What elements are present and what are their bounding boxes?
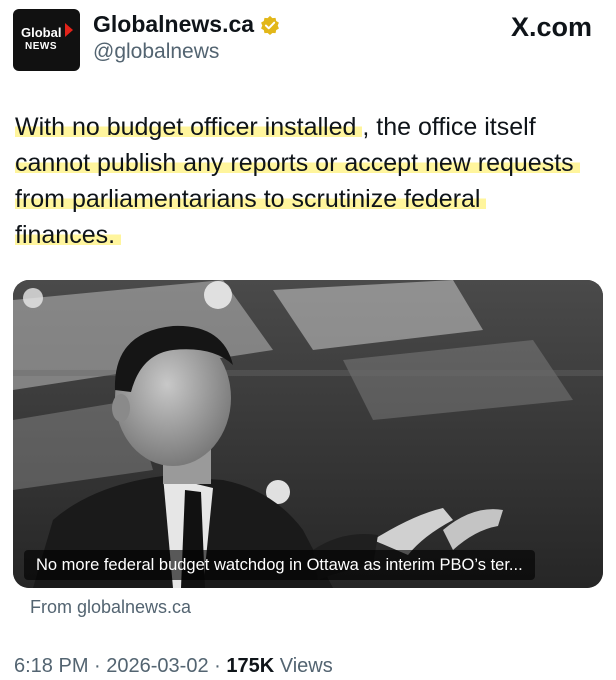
tweet-text-line-3: from parliamentarians to scrutinize fede… <box>15 185 487 213</box>
logo-text-news: NEWS <box>25 41 57 52</box>
author-name-row: Globalnews.ca <box>93 11 280 38</box>
source-label: X.com <box>510 12 592 42</box>
views-count: 175K <box>226 655 275 677</box>
link-card-image[interactable] <box>13 280 603 588</box>
tweet-text-highlighted: With no budget officer installed <box>15 113 363 141</box>
tweet-text: With no budget officer installed, the of… <box>15 109 610 253</box>
meta-separator-2: · <box>208 655 227 677</box>
tweet-text-line-2: cannot publish any reports or accept new… <box>15 149 580 177</box>
author-display-name[interactable]: Globalnews.ca <box>93 11 254 38</box>
tweet-text-rest: , the office itself <box>362 113 536 141</box>
author-handle[interactable]: @globalnews <box>93 40 219 64</box>
tweet-date[interactable]: 2026-03-02 <box>106 655 208 677</box>
logo-text-global: Global <box>21 25 62 40</box>
news-photo-illustration <box>13 280 603 588</box>
logo-flag-icon <box>65 23 73 37</box>
link-card-caption[interactable]: No more federal budget watchdog in Ottaw… <box>24 550 535 580</box>
link-card-source[interactable]: From globalnews.ca <box>30 597 191 618</box>
views-label: Views <box>274 655 333 677</box>
tweet-meta: 6:18 PM · 2026-03-02 · 175K Views <box>14 655 333 678</box>
avatar[interactable]: Global NEWS <box>13 9 80 71</box>
tweet-time[interactable]: 6:18 PM <box>14 655 88 677</box>
meta-separator-1: · <box>88 655 107 677</box>
verified-badge-icon <box>261 15 279 35</box>
tweet-text-line-4: finances. <box>15 221 122 249</box>
